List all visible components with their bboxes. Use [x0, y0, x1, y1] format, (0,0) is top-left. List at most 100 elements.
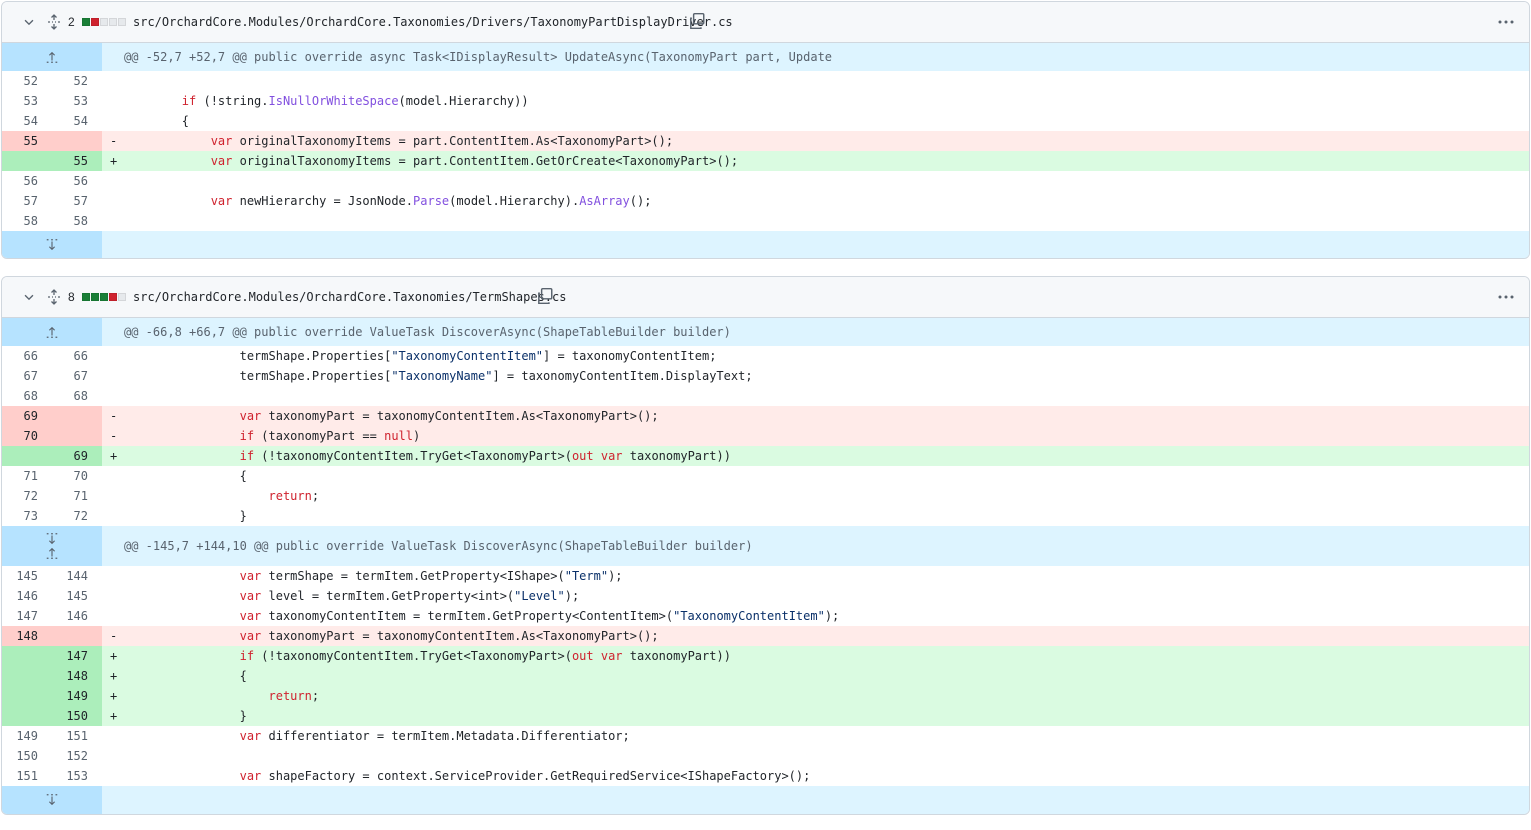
old-line-number[interactable]: 148	[2, 626, 52, 646]
unfold-icon[interactable]	[46, 289, 62, 305]
context-line: 67 67 termShape.Properties["TaxonomyName"…	[2, 366, 1529, 386]
expand-down-button[interactable]	[2, 231, 102, 258]
new-line-number[interactable]: 71	[52, 486, 102, 506]
old-line-number[interactable]: 73	[2, 506, 52, 526]
new-line-number[interactable]: 153	[52, 766, 102, 786]
diff-sign	[102, 366, 124, 386]
diff-sign: -	[102, 406, 124, 426]
old-line-number[interactable]	[2, 151, 52, 171]
new-line-number[interactable]: 144	[52, 566, 102, 586]
code-text: return;	[124, 686, 1529, 706]
expand-both-button[interactable]	[2, 526, 102, 566]
old-line-number[interactable]: 66	[2, 346, 52, 366]
old-line-number[interactable]: 146	[2, 586, 52, 606]
new-line-number[interactable]: 55	[52, 151, 102, 171]
old-line-number[interactable]: 54	[2, 111, 52, 131]
file-path-link[interactable]: src/OrchardCore.Modules/OrchardCore.Taxo…	[133, 15, 733, 29]
expand-up-button[interactable]	[2, 318, 102, 346]
diff-sign: -	[102, 626, 124, 646]
new-line-number[interactable]	[52, 131, 102, 151]
old-line-number[interactable]: 72	[2, 486, 52, 506]
diff-lines: 52 52 53 53 if (!string.IsNullOrWhiteSpace(…	[2, 71, 1529, 231]
new-line-number[interactable]	[52, 406, 102, 426]
new-line-number[interactable]: 58	[52, 211, 102, 231]
new-line-number[interactable]: 70	[52, 466, 102, 486]
old-line-number[interactable]: 52	[2, 71, 52, 91]
new-line-number[interactable]: 57	[52, 191, 102, 211]
old-line-number[interactable]: 149	[2, 726, 52, 746]
kebab-horizontal-icon[interactable]	[1497, 14, 1515, 30]
old-line-number[interactable]	[2, 706, 52, 726]
new-line-number[interactable]: 151	[52, 726, 102, 746]
context-line: 53 53 if (!string.IsNullOrWhiteSpace(mode…	[2, 91, 1529, 111]
old-line-number[interactable]: 70	[2, 426, 52, 446]
old-line-number[interactable]: 57	[2, 191, 52, 211]
deleted-line: 69 - var taxonomyPart = taxonomyContentIt…	[2, 406, 1529, 426]
code-text: termShape.Properties["TaxonomyContentIte…	[124, 349, 717, 363]
old-line-number[interactable]	[2, 446, 52, 466]
old-line-number[interactable]: 71	[2, 466, 52, 486]
new-line-number[interactable]: 68	[52, 386, 102, 406]
hunk-header-text: @@ -66,8 +66,7 @@ public override ValueT…	[102, 318, 1529, 346]
old-line-number[interactable]: 145	[2, 566, 52, 586]
new-line-number[interactable]: 148	[52, 666, 102, 686]
new-line-number[interactable]: 150	[52, 706, 102, 726]
kebab-horizontal-icon[interactable]	[1497, 289, 1515, 305]
old-line-number[interactable]	[2, 666, 52, 686]
old-line-number[interactable]: 67	[2, 366, 52, 386]
old-line-number[interactable]: 55	[2, 131, 52, 151]
old-line-number[interactable]: 150	[2, 746, 52, 766]
old-line-number[interactable]: 68	[2, 386, 52, 406]
new-line-number[interactable]: 69	[52, 446, 102, 466]
old-line-number[interactable]: 69	[2, 406, 52, 426]
added-line: 148 + {	[2, 666, 1529, 686]
code-text: termShape.Properties["TaxonomyName"] = t…	[124, 369, 753, 383]
old-line-number[interactable]	[2, 646, 52, 666]
new-line-number[interactable]	[52, 426, 102, 446]
diff-sign: +	[102, 686, 124, 706]
new-line-number[interactable]	[52, 626, 102, 646]
context-line: 52 52	[2, 71, 1529, 91]
old-line-number[interactable]: 53	[2, 91, 52, 111]
file-path-link[interactable]: src/OrchardCore.Modules/OrchardCore.Taxo…	[133, 290, 566, 304]
expand-down-button[interactable]	[2, 786, 102, 814]
old-line-number[interactable]: 56	[2, 171, 52, 191]
new-line-number[interactable]: 56	[52, 171, 102, 191]
code-text: var differentiator = termItem.Metadata.D…	[239, 729, 630, 743]
chevron-down-icon[interactable]	[22, 15, 36, 29]
diff-sign	[102, 346, 124, 366]
new-line-number[interactable]: 145	[52, 586, 102, 606]
new-line-number[interactable]: 66	[52, 346, 102, 366]
old-line-number[interactable]	[2, 686, 52, 706]
copy-icon[interactable]	[688, 12, 706, 30]
new-line-number[interactable]: 72	[52, 506, 102, 526]
new-line-number[interactable]: 146	[52, 606, 102, 626]
deleted-line: 148 - var taxonomyPart = taxonomyContentI…	[2, 626, 1529, 646]
new-line-number[interactable]: 52	[52, 71, 102, 91]
diffstat-neutral	[118, 18, 126, 26]
old-line-number[interactable]: 58	[2, 211, 52, 231]
diffstat-add	[82, 18, 90, 26]
code-text: }	[124, 509, 247, 523]
new-line-number[interactable]: 54	[52, 111, 102, 131]
context-line: 72 71 return;	[2, 486, 1529, 506]
new-line-number[interactable]: 152	[52, 746, 102, 766]
diff-lines: 66 66 termShape.Properties["TaxonomyConte…	[2, 346, 1529, 526]
code-text: var level = termItem.GetProperty<int>("L…	[239, 589, 580, 603]
copy-icon[interactable]	[536, 287, 554, 305]
context-line: 147 146 var taxonomyContentItem = termIte…	[2, 606, 1529, 626]
old-line-number[interactable]: 147	[2, 606, 52, 626]
new-line-number[interactable]: 147	[52, 646, 102, 666]
new-line-number[interactable]: 67	[52, 366, 102, 386]
diff-sign	[102, 211, 124, 231]
new-line-number[interactable]: 149	[52, 686, 102, 706]
context-line: 58 58	[2, 211, 1529, 231]
new-line-number[interactable]: 53	[52, 91, 102, 111]
chevron-down-icon[interactable]	[22, 290, 36, 304]
old-line-number[interactable]: 151	[2, 766, 52, 786]
expand-up-button[interactable]	[2, 43, 102, 71]
unfold-icon[interactable]	[46, 14, 62, 30]
hunk-header: @@ -66,8 +66,7 @@ public override ValueT…	[2, 318, 1529, 346]
code-text: var originalTaxonomyItems = part.Content…	[124, 151, 1529, 171]
